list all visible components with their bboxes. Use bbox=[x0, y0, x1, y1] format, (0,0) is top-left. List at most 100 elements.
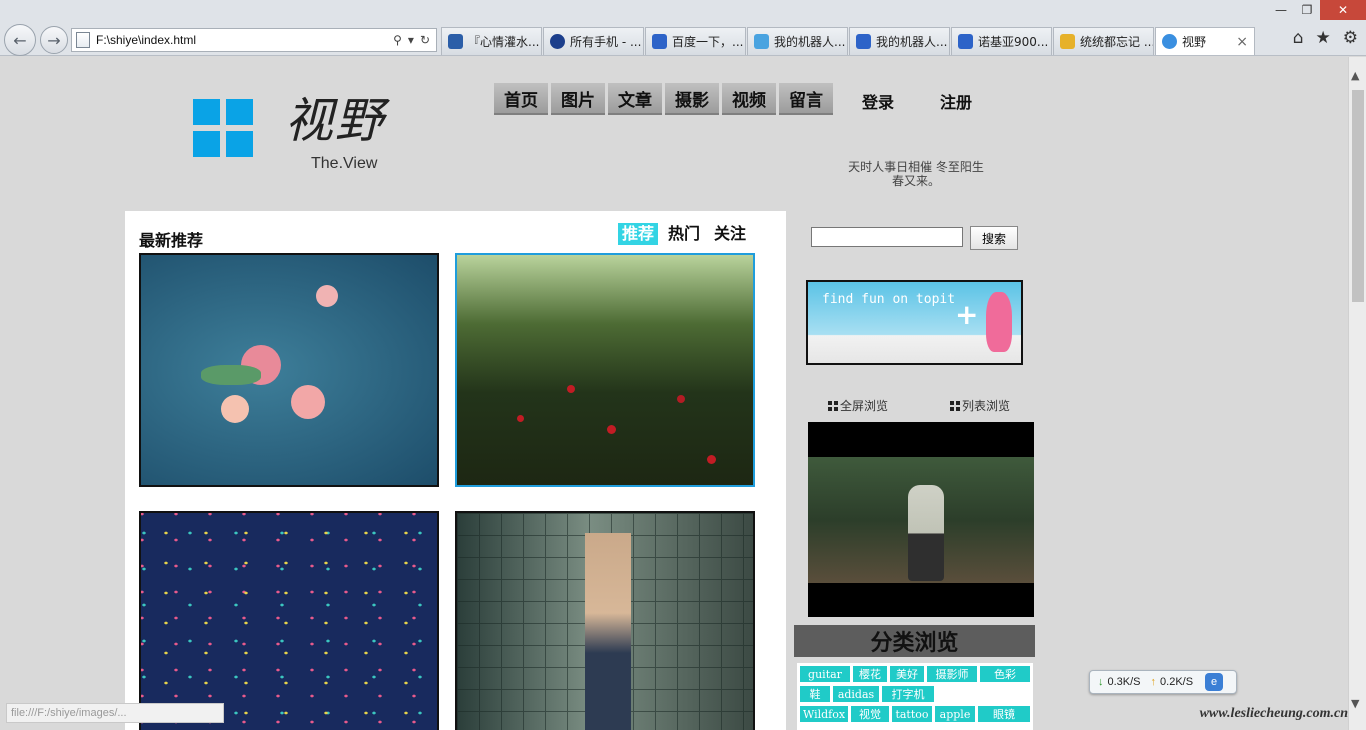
view-list-label: 列表浏览 bbox=[962, 399, 1011, 413]
photo-kitchen[interactable] bbox=[455, 511, 755, 730]
restore-icon[interactable]: ❐ bbox=[1294, 0, 1320, 20]
ie-icon[interactable]: e bbox=[1205, 673, 1224, 691]
filter-recommended[interactable]: 推荐 bbox=[617, 223, 658, 245]
paw-icon bbox=[856, 34, 871, 49]
grid-icon bbox=[828, 400, 838, 411]
close-tab-icon[interactable]: × bbox=[1236, 34, 1248, 50]
close-window-icon[interactable]: ✕ bbox=[1320, 0, 1366, 20]
toolbar-icons: ⌂ ★ ⚙ bbox=[1293, 28, 1358, 48]
tag[interactable]: 色彩 bbox=[980, 666, 1030, 682]
tag[interactable]: 摄影师 bbox=[927, 666, 977, 682]
tab-label: 所有手机 - ... bbox=[570, 35, 642, 49]
figure-illustration bbox=[986, 292, 1012, 352]
view-full-label: 全屏浏览 bbox=[840, 399, 889, 413]
view-list-link[interactable]: 列表浏览 bbox=[950, 397, 1010, 414]
tag[interactable]: 樱花 bbox=[853, 666, 887, 682]
nav-pictures[interactable]: 图片 bbox=[551, 83, 605, 115]
nav-articles[interactable]: 文章 bbox=[608, 83, 662, 115]
status-bar-url: file:///F:/shiye/images/... bbox=[6, 703, 224, 723]
logo-subtitle: The.View bbox=[311, 155, 378, 172]
nav-home[interactable]: 首页 bbox=[494, 83, 548, 115]
photo-flowers[interactable] bbox=[139, 253, 439, 487]
latest-panel: 最新推荐 推荐 热门 关注 bbox=[125, 211, 786, 730]
network-speed-widget[interactable]: ↓ 0.3K/S ↑ 0.2K/S e bbox=[1089, 670, 1237, 694]
photo-pattern[interactable] bbox=[139, 511, 439, 730]
register-link[interactable]: 注册 bbox=[940, 89, 972, 113]
category-title: 分类浏览 bbox=[794, 625, 1035, 657]
tab-7[interactable]: 统统都忘记 ... bbox=[1053, 27, 1154, 55]
login-link[interactable]: 登录 bbox=[862, 89, 894, 113]
tab-1[interactable]: 『心情灌水... bbox=[441, 27, 542, 55]
tab-3[interactable]: 百度一下，... bbox=[645, 27, 746, 55]
tab-label: 百度一下，... bbox=[672, 35, 744, 49]
main-nav: 首页 图片 文章 摄影 视频 留言 bbox=[494, 83, 833, 115]
site-icon bbox=[550, 34, 565, 49]
motto-line: 天时人事日相催 冬至阳生 bbox=[848, 160, 984, 174]
ad-banner[interactable]: find fun on topit + bbox=[806, 280, 1023, 365]
download-arrow-icon: ↓ bbox=[1098, 676, 1104, 688]
tag[interactable]: 鞋 bbox=[800, 686, 830, 702]
robot-icon bbox=[754, 34, 769, 49]
video-figure bbox=[908, 485, 944, 581]
tag[interactable]: 视觉 bbox=[851, 706, 889, 722]
photo-garden[interactable] bbox=[455, 253, 755, 487]
back-icon[interactable]: ← bbox=[4, 24, 36, 56]
paw-icon bbox=[958, 34, 973, 49]
chat-icon bbox=[448, 34, 463, 49]
tag[interactable]: apple bbox=[935, 706, 975, 722]
window-controls: — ❐ ✕ bbox=[1268, 0, 1366, 20]
video-player[interactable] bbox=[808, 422, 1034, 617]
address-bar[interactable]: F:\shiye\index.html ⚲ ▾ ↻ bbox=[71, 28, 437, 52]
download-speed: 0.3K/S bbox=[1107, 676, 1141, 688]
dropdown-icon[interactable]: ▾ bbox=[408, 33, 414, 47]
tag[interactable]: guitar bbox=[800, 666, 850, 682]
vertical-scrollbar[interactable]: ▲ ▼ bbox=[1348, 57, 1366, 730]
gear-icon[interactable]: ⚙ bbox=[1343, 28, 1358, 48]
search-button[interactable]: 搜索 bbox=[970, 226, 1018, 250]
tag-cloud: guitar 樱花 美好 摄影师 色彩 鞋 adidas 打字机 Wildfox… bbox=[797, 663, 1033, 730]
upload-arrow-icon: ↑ bbox=[1150, 676, 1157, 688]
watermark: www.lesliecheung.com.cn bbox=[1199, 706, 1348, 721]
filter-follow[interactable]: 关注 bbox=[710, 223, 750, 245]
tab-6[interactable]: 诺基亚900... bbox=[951, 27, 1052, 55]
minimize-icon[interactable]: — bbox=[1268, 0, 1294, 20]
filter-hot[interactable]: 热门 bbox=[664, 223, 704, 245]
nav-messages[interactable]: 留言 bbox=[779, 83, 833, 115]
star-icon bbox=[1060, 34, 1075, 49]
tag[interactable]: 眼镜 bbox=[978, 706, 1030, 722]
tag[interactable]: 美好 bbox=[890, 666, 924, 682]
tag[interactable]: Wildfox bbox=[800, 706, 848, 722]
filter-tabs: 推荐 热门 关注 bbox=[617, 223, 750, 245]
tab-2[interactable]: 所有手机 - ... bbox=[543, 27, 644, 55]
forward-icon[interactable]: → bbox=[40, 26, 68, 54]
star-icon[interactable]: ★ bbox=[1316, 28, 1331, 48]
address-value[interactable]: F:\shiye\index.html bbox=[96, 33, 393, 47]
logo-text[interactable]: 视野 bbox=[285, 81, 385, 151]
tag[interactable]: tattoo bbox=[892, 706, 932, 722]
plus-icon: + bbox=[955, 298, 979, 331]
page-content: 视野 The.View 首页 图片 文章 摄影 视频 留言 登录 注册 天时人事… bbox=[0, 57, 1348, 730]
home-icon[interactable]: ⌂ bbox=[1293, 28, 1304, 48]
motto-line: 春又来。 bbox=[891, 174, 940, 188]
motto: 天时人事日相催 冬至阳生 春又来。 bbox=[836, 160, 996, 188]
tab-label: 视野 bbox=[1182, 35, 1207, 49]
nav-photography[interactable]: 摄影 bbox=[665, 83, 719, 115]
nav-video[interactable]: 视频 bbox=[722, 83, 776, 115]
tab-4[interactable]: 我的机器人... bbox=[747, 27, 848, 55]
logo-icon[interactable] bbox=[193, 99, 253, 157]
tag[interactable]: adidas bbox=[833, 686, 879, 702]
ie-icon bbox=[1162, 34, 1177, 49]
tag[interactable]: 打字机 bbox=[882, 686, 934, 702]
tab-active[interactable]: 视野 × bbox=[1155, 27, 1255, 55]
scroll-down-icon[interactable]: ▼ bbox=[1351, 697, 1359, 710]
tab-label: 我的机器人... bbox=[774, 35, 846, 49]
scroll-up-icon[interactable]: ▲ bbox=[1351, 69, 1359, 82]
tab-label: 统统都忘记 ... bbox=[1080, 35, 1154, 49]
scroll-thumb[interactable] bbox=[1352, 90, 1364, 302]
page-icon bbox=[76, 32, 90, 48]
view-full-link[interactable]: 全屏浏览 bbox=[828, 397, 888, 414]
tab-5[interactable]: 我的机器人... bbox=[849, 27, 950, 55]
refresh-icon[interactable]: ↻ bbox=[420, 33, 430, 47]
search-input[interactable] bbox=[811, 227, 963, 247]
search-icon[interactable]: ⚲ bbox=[393, 33, 402, 47]
